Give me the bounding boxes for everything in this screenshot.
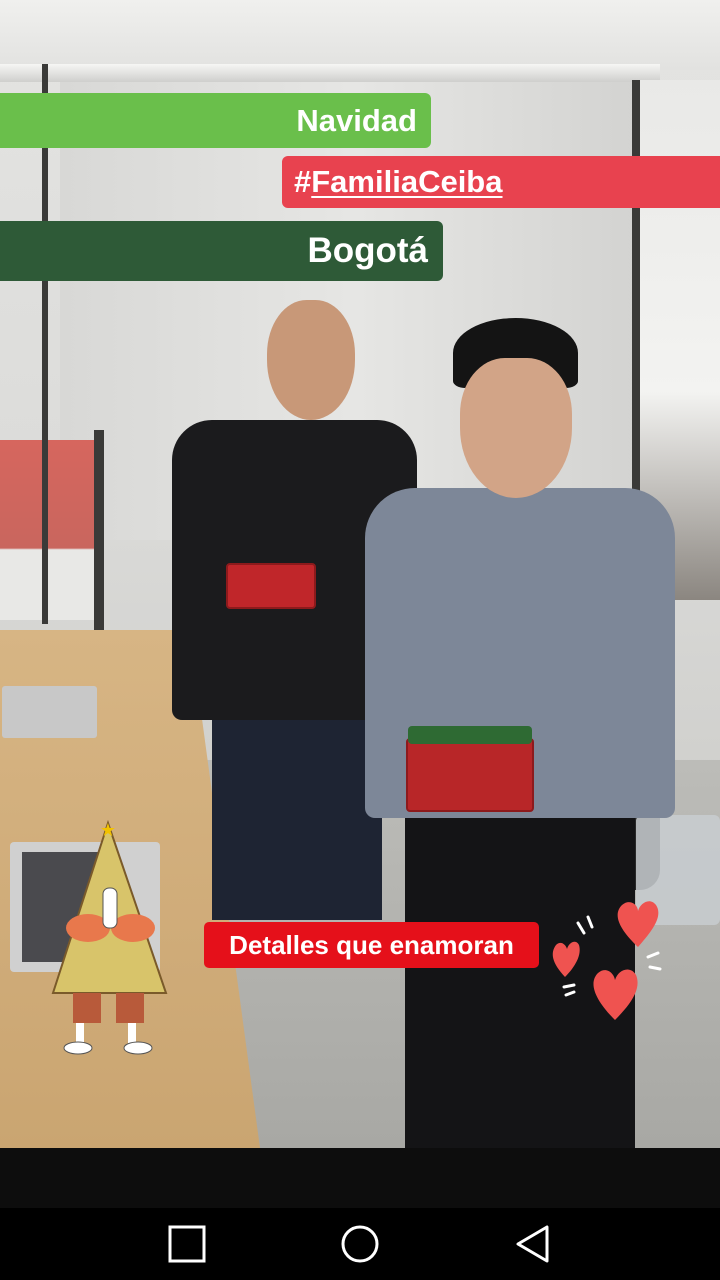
story-photo: ★ Navidad # FamiliaCeiba Bogotá Detalles … — [0, 0, 720, 1148]
location-text: Bogotá — [307, 231, 428, 270]
blind-rail — [0, 64, 660, 82]
caption-text: Detalles que enamoran — [229, 929, 514, 960]
triangle-back-icon — [516, 1225, 549, 1263]
window-frame — [94, 430, 104, 630]
home-button[interactable] — [330, 1214, 390, 1274]
svg-text:★: ★ — [100, 820, 116, 840]
gift-box — [406, 726, 534, 812]
laptop — [2, 686, 97, 738]
hashtag-sticker[interactable]: # FamiliaCeiba — [282, 156, 720, 208]
hashtag-link[interactable]: FamiliaCeiba — [311, 164, 502, 200]
story-bottom-bar — [0, 1148, 720, 1208]
gift-box — [226, 563, 316, 609]
navidad-sticker: Navidad — [0, 93, 431, 148]
ceiling — [0, 0, 720, 70]
back-button[interactable] — [503, 1214, 563, 1274]
christmas-tree-sticker-icon: ★ — [51, 819, 168, 1055]
recents-button[interactable] — [157, 1214, 217, 1274]
android-nav-bar — [0, 1208, 720, 1280]
hashtag-symbol: # — [294, 164, 312, 199]
caption-sticker: Detalles que enamoran — [204, 922, 539, 968]
circle-icon — [341, 1225, 379, 1263]
square-icon — [168, 1225, 206, 1263]
left-window — [0, 440, 100, 620]
window-frame — [42, 64, 48, 624]
location-sticker[interactable]: Bogotá — [0, 221, 443, 281]
hearts-sticker-icon — [552, 901, 662, 1020]
navidad-text: Navidad — [296, 102, 417, 138]
